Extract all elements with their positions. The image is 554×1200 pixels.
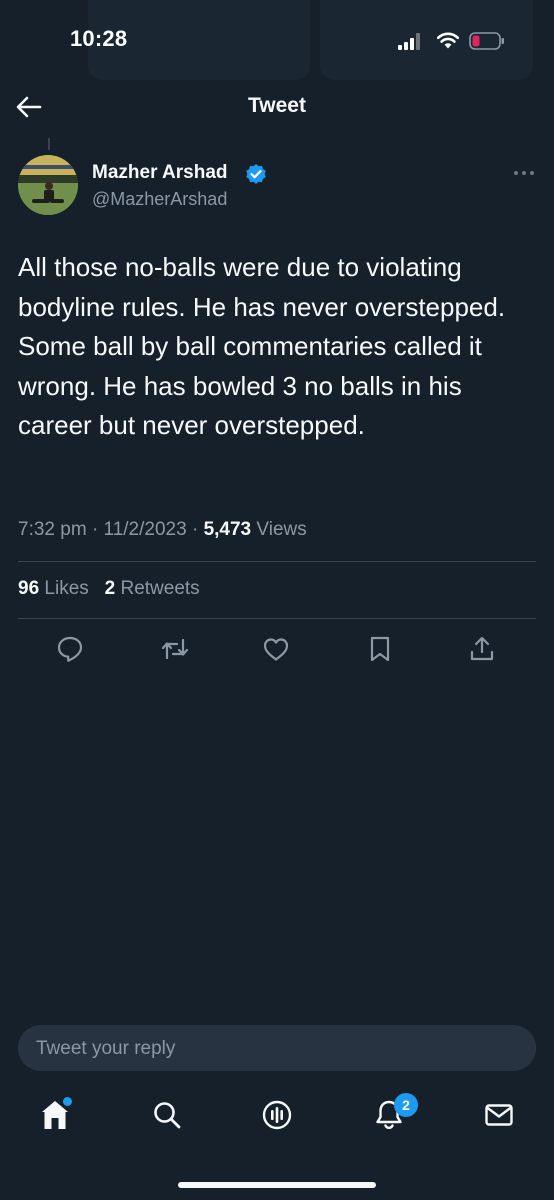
reply-icon[interactable]: [55, 634, 85, 664]
home-indicator[interactable]: [178, 1182, 376, 1188]
cellular-signal-icon: [398, 32, 424, 50]
reply-bar: [18, 1025, 536, 1073]
thread-connector: [48, 138, 50, 150]
meta-separator: ·: [191, 519, 199, 540]
author-handle[interactable]: @MazherArshad: [92, 189, 227, 210]
retweets-stat[interactable]: 2 Retweets: [105, 578, 200, 599]
page-title: Tweet: [248, 94, 306, 117]
tweet-text: All those no-balls were due to violating…: [18, 252, 506, 440]
views-count: 5,473: [203, 519, 252, 540]
likes-stat[interactable]: 96 Likes: [18, 578, 89, 599]
divider: [18, 561, 536, 562]
like-icon[interactable]: [261, 634, 291, 664]
author-name[interactable]: Mazher Arshad: [92, 162, 228, 184]
battery-icon: [469, 32, 504, 50]
retweets-label: Retweets: [120, 578, 200, 599]
reply-input[interactable]: [34, 1025, 518, 1073]
more-options-icon[interactable]: [512, 167, 536, 179]
home-notification-dot: [63, 1097, 72, 1106]
meta-separator: ·: [91, 519, 99, 540]
top-header: Tweet: [0, 84, 554, 130]
retweets-count: 2: [104, 578, 116, 599]
wifi-icon: [436, 32, 460, 49]
bookmark-icon[interactable]: [365, 634, 395, 664]
retweet-icon[interactable]: [160, 634, 190, 664]
tweet-time: 7:32 pm: [18, 519, 87, 540]
divider: [18, 618, 536, 619]
search-icon[interactable]: [150, 1098, 184, 1132]
views-label: Views: [256, 519, 307, 540]
messages-icon[interactable]: [482, 1098, 516, 1132]
share-icon[interactable]: [467, 634, 497, 664]
background-overlay: [88, 0, 533, 80]
likes-label: Likes: [44, 578, 89, 599]
spaces-icon[interactable]: [260, 1098, 294, 1132]
verified-badge-icon: [246, 164, 266, 184]
status-time: 10:28: [70, 26, 128, 51]
tweet-stats: 96 Likes 2 Retweets: [18, 578, 200, 600]
status-bar: 10:28: [0, 0, 554, 84]
notifications-badge: 2: [394, 1093, 418, 1117]
avatar[interactable]: [18, 155, 78, 215]
tweet-meta: 7:32 pm · 11/2/2023 · 5,473 Views: [18, 519, 307, 541]
tweet-date: 11/2/2023: [103, 519, 187, 540]
likes-count: 96: [18, 578, 40, 599]
